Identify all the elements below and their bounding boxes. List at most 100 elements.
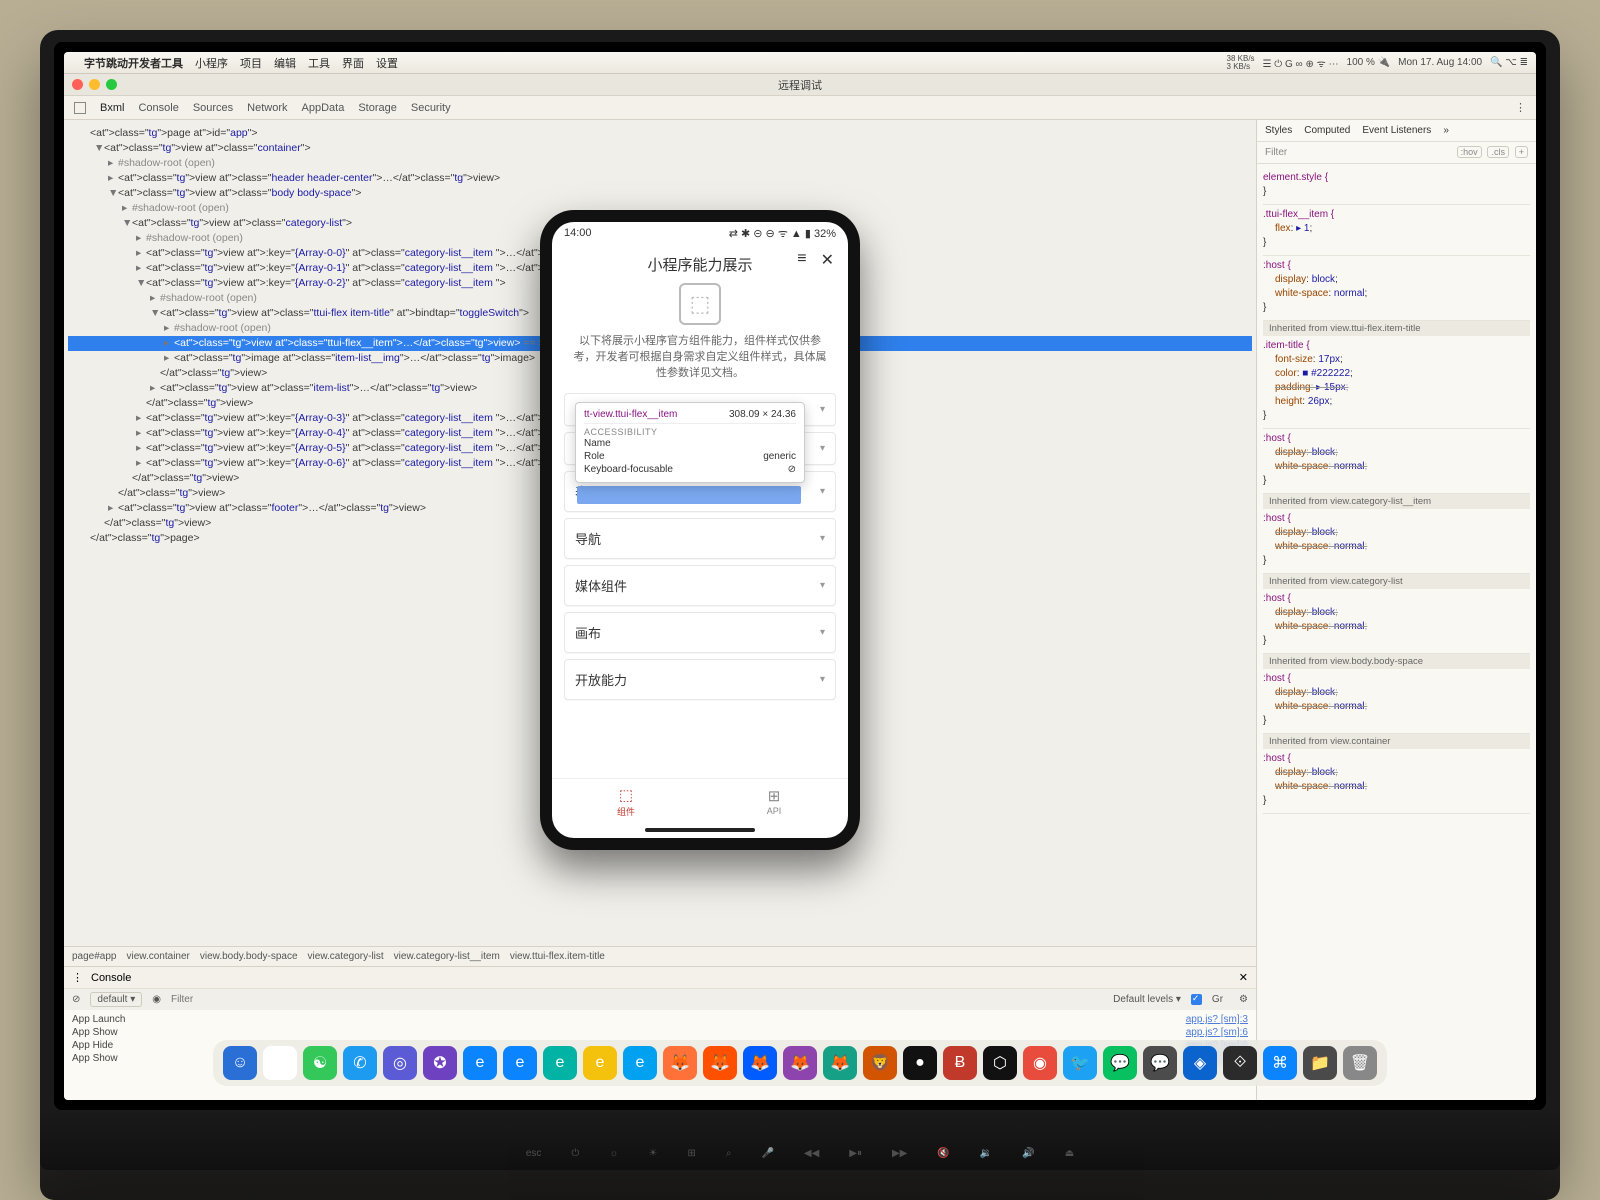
category-item[interactable]: 表单组件▾tt-view.ttui-flex__item308.09 × 24.…	[564, 471, 836, 512]
console-settings-icon[interactable]: ⚙	[1239, 994, 1248, 1005]
menu-item[interactable]: 小程序	[195, 55, 228, 71]
battery-status[interactable]: 100 % 🔌	[1347, 57, 1391, 68]
style-rule[interactable]: …:host {display: block;white-space: norm…	[1263, 429, 1530, 494]
dock-app-icon[interactable]: 🦊	[823, 1046, 857, 1080]
dock-app-icon[interactable]: ●	[263, 1046, 297, 1080]
devtools-menu-icon[interactable]: ⋮	[1515, 101, 1526, 114]
dock-app-icon[interactable]: 🦊	[743, 1046, 777, 1080]
menu-item[interactable]: 项目	[240, 55, 262, 71]
minimize-window-icon[interactable]	[89, 79, 100, 90]
console-clear-icon[interactable]: ⊘	[72, 994, 80, 1005]
macos-dock[interactable]: ☺●☯✆◎✪eeeee🦊🦊🦊🦊🦊🦁●Ƀ⬡◉🐦💬💬◈⟐⌘📁🗑	[213, 1040, 1387, 1086]
category-item[interactable]: 开放能力▾	[564, 659, 836, 700]
style-rule[interactable]: …:host {display: block;white-space: norm…	[1263, 749, 1530, 814]
breadcrumb-item[interactable]: view.ttui-flex.item-title	[510, 951, 605, 962]
dock-app-icon[interactable]: 🐦	[1063, 1046, 1097, 1080]
category-list[interactable]: ▾▾表单组件▾tt-view.ttui-flex__item308.09 × 2…	[552, 393, 848, 778]
devtools-tab-security[interactable]: Security	[411, 102, 451, 114]
console-context-select[interactable]: default ▾	[90, 992, 142, 1007]
styles-filter-label[interactable]: Filter	[1265, 147, 1287, 158]
dock-app-icon[interactable]: 🦊	[783, 1046, 817, 1080]
style-rule[interactable]: …:host {display: block;white-space: norm…	[1263, 669, 1530, 734]
maximize-window-icon[interactable]	[106, 79, 117, 90]
dock-app-icon[interactable]: ⌘	[1263, 1046, 1297, 1080]
dock-app-icon[interactable]: e	[543, 1046, 577, 1080]
devtools-tab-console[interactable]: Console	[138, 102, 178, 114]
dock-app-icon[interactable]: ☺	[223, 1046, 257, 1080]
close-window-icon[interactable]	[72, 79, 83, 90]
console-drawer-header[interactable]: ⋮Console ✕	[64, 966, 1256, 988]
computed-tab[interactable]: Computed	[1304, 125, 1350, 136]
dock-app-icon[interactable]: ●	[903, 1046, 937, 1080]
console-toggle-icon[interactable]: ⋮	[72, 971, 83, 984]
inspect-icon[interactable]	[74, 102, 86, 114]
dock-app-icon[interactable]: Ƀ	[943, 1046, 977, 1080]
dock-app-icon[interactable]: ☯	[303, 1046, 337, 1080]
breadcrumb-item[interactable]: view.category-list__item	[394, 951, 500, 962]
dock-app-icon[interactable]: 📁	[1303, 1046, 1337, 1080]
console-levels-select[interactable]: Default levels ▾	[1113, 994, 1181, 1005]
tree-node[interactable]: ▼<at">class="tg">view at">class="contain…	[68, 141, 1252, 156]
style-rule[interactable]: ….ttui-flex__item {flex: ▸ 1;}	[1263, 205, 1530, 256]
devtools-tab-network[interactable]: Network	[247, 102, 287, 114]
hov-toggle[interactable]: :hov	[1457, 146, 1482, 158]
dock-app-icon[interactable]: e	[623, 1046, 657, 1080]
console-filter-input[interactable]	[171, 994, 1103, 1005]
devtools-tab-storage[interactable]: Storage	[358, 102, 397, 114]
devtools-tab-sources[interactable]: Sources	[193, 102, 233, 114]
dock-app-icon[interactable]: ✆	[343, 1046, 377, 1080]
console-log-row[interactable]: App Launchapp.js? [sm]:3	[72, 1014, 1248, 1025]
styles-tab[interactable]: Styles	[1265, 125, 1292, 136]
dock-app-icon[interactable]: e	[583, 1046, 617, 1080]
menu-item[interactable]: 工具	[308, 55, 330, 71]
dock-app-icon[interactable]: 🦁	[863, 1046, 897, 1080]
cls-toggle[interactable]: .cls	[1487, 146, 1509, 158]
menu-item[interactable]: 设置	[376, 55, 398, 71]
tab-api[interactable]: ⊞ API	[700, 779, 848, 824]
tree-node[interactable]: <at">class="tg">page at">id="app">	[68, 126, 1252, 141]
datetime[interactable]: Mon 17. Aug 14:00	[1398, 57, 1482, 68]
home-indicator[interactable]	[645, 828, 755, 832]
dock-app-icon[interactable]: ⬡	[983, 1046, 1017, 1080]
console-eye-icon[interactable]: ◉	[152, 994, 161, 1005]
tree-node[interactable]: ▼<at">class="tg">view at">class="body bo…	[68, 186, 1252, 201]
dock-app-icon[interactable]: ✪	[423, 1046, 457, 1080]
console-close-icon[interactable]: ✕	[1239, 971, 1248, 984]
category-item[interactable]: 导航▾	[564, 518, 836, 559]
add-rule-button[interactable]: +	[1515, 146, 1528, 158]
dock-app-icon[interactable]: ◉	[1023, 1046, 1057, 1080]
breadcrumb-item[interactable]: view.container	[127, 951, 190, 962]
devtools-tab-bxml[interactable]: Bxml	[100, 102, 124, 114]
style-rule[interactable]: …:host {display: block;white-space: norm…	[1263, 509, 1530, 574]
menu-item[interactable]: 界面	[342, 55, 364, 71]
window-controls[interactable]	[72, 79, 117, 90]
breadcrumb[interactable]: page#appview.containerview.body.body-spa…	[64, 946, 1256, 966]
devtools-tab-appdata[interactable]: AppData	[302, 102, 345, 114]
category-item[interactable]: 画布▾	[564, 612, 836, 653]
menu-item[interactable]: 编辑	[274, 55, 296, 71]
console-log-row[interactable]: App Showapp.js? [sm]:6	[72, 1027, 1248, 1038]
dock-app-icon[interactable]: 🦊	[703, 1046, 737, 1080]
tab-components[interactable]: ⬚ 组件	[552, 779, 700, 824]
tree-node[interactable]: ▸#shadow-root (open)	[68, 156, 1252, 171]
dock-app-icon[interactable]: 🗑	[1343, 1046, 1377, 1080]
style-rule[interactable]: …:host {display: block;white-space: norm…	[1263, 256, 1530, 321]
dock-app-icon[interactable]: ◎	[383, 1046, 417, 1080]
style-rule[interactable]: ….item-title {font-size: 17px;color: ■ #…	[1263, 336, 1530, 429]
dock-app-icon[interactable]: 💬	[1143, 1046, 1177, 1080]
tray-extras[interactable]: 🔍 ⌥ ≣	[1490, 57, 1528, 68]
tree-node[interactable]: ▸<at">class="tg">view at">class="header …	[68, 171, 1252, 186]
dock-app-icon[interactable]: ◈	[1183, 1046, 1217, 1080]
console-group-checkbox[interactable]	[1191, 994, 1202, 1005]
breadcrumb-item[interactable]: page#app	[72, 951, 117, 962]
style-rule[interactable]: element.style {}	[1263, 168, 1530, 205]
style-rules[interactable]: element.style {}….ttui-flex__item {flex:…	[1257, 164, 1536, 1100]
breadcrumb-item[interactable]: view.category-list	[308, 951, 384, 962]
dock-app-icon[interactable]: e	[463, 1046, 497, 1080]
style-rule[interactable]: …:host {display: block;white-space: norm…	[1263, 589, 1530, 654]
dock-app-icon[interactable]: 🦊	[663, 1046, 697, 1080]
dock-app-icon[interactable]: ⟐	[1223, 1046, 1257, 1080]
dock-app-icon[interactable]: e	[503, 1046, 537, 1080]
category-item[interactable]: 媒体组件▾	[564, 565, 836, 606]
tray-icons[interactable]: ☰ ⏻ G ∞ ⊕ ᯤ ⋯	[1263, 56, 1339, 70]
